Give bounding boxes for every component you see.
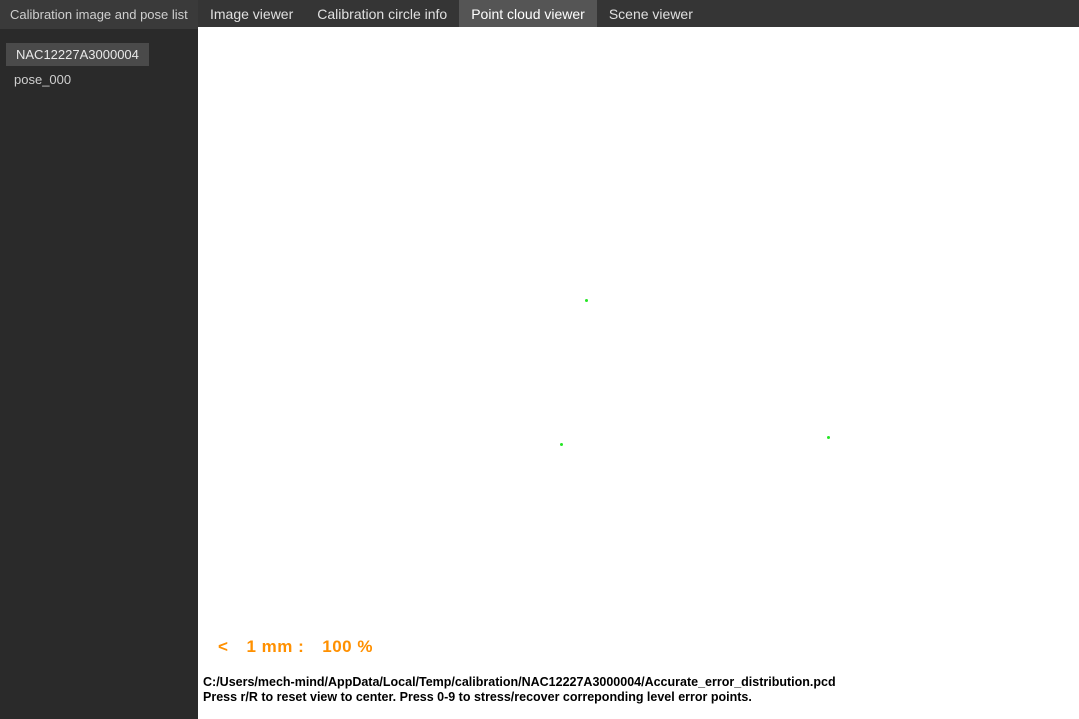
tab-calibration-circle-info[interactable]: Calibration circle info xyxy=(305,0,459,27)
footer-info: C:/Users/mech-mind/AppData/Local/Temp/ca… xyxy=(203,675,836,705)
cloud-point xyxy=(827,436,830,439)
sidebar-item-pose[interactable]: pose_000 xyxy=(6,68,192,91)
footer-path: C:/Users/mech-mind/AppData/Local/Temp/ca… xyxy=(203,675,836,690)
point-cloud-viewport[interactable] xyxy=(198,27,1079,719)
tab-image-viewer[interactable]: Image viewer xyxy=(198,0,305,27)
legend-symbol: < xyxy=(218,637,228,657)
tab-scene-viewer[interactable]: Scene viewer xyxy=(597,0,705,27)
cloud-point xyxy=(585,299,588,302)
error-legend: < 1 mm : 100 % xyxy=(218,637,373,657)
sidebar-item-device[interactable]: NAC12227A3000004 xyxy=(6,43,149,66)
footer-hint: Press r/R to reset view to center. Press… xyxy=(203,690,836,705)
sidebar: Calibration image and pose list NAC12227… xyxy=(0,0,198,719)
main-panel: Image viewer Calibration circle info Poi… xyxy=(198,0,1079,719)
legend-percent: 100 % xyxy=(322,637,373,657)
tab-bar: Image viewer Calibration circle info Poi… xyxy=(198,0,1079,27)
tab-point-cloud-viewer[interactable]: Point cloud viewer xyxy=(459,0,597,27)
sidebar-title: Calibration image and pose list xyxy=(0,0,198,29)
sidebar-list: NAC12227A3000004 pose_000 xyxy=(0,29,198,719)
cloud-point xyxy=(560,443,563,446)
legend-range: 1 mm : xyxy=(246,637,304,657)
